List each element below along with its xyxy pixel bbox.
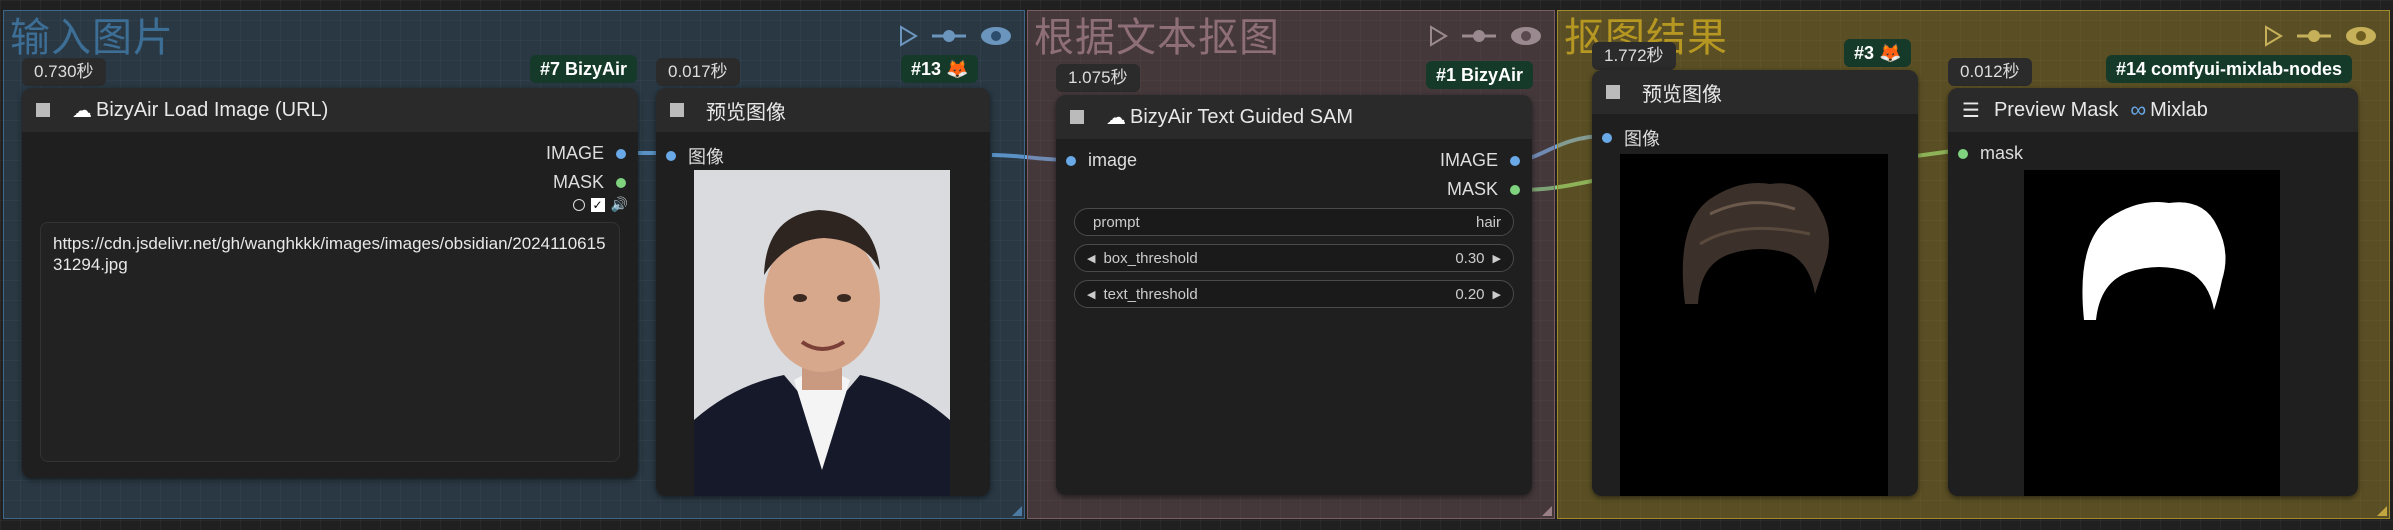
output-image[interactable]: IMAGE	[546, 143, 626, 164]
node-text-guided-sam[interactable]: ☁ BizyAir Text Guided SAM image IMAGE MA…	[1056, 95, 1532, 495]
eye-icon[interactable]	[1510, 26, 1542, 51]
node-title: BizyAir Text Guided SAM	[1130, 105, 1354, 128]
prompt-input[interactable]: prompt hair	[1074, 208, 1514, 236]
execution-time: 1.075秒	[1056, 64, 1140, 92]
input-image[interactable]: 图像	[666, 143, 724, 169]
fox-icon: 🦊	[1879, 43, 1902, 63]
node-id-badge: #14 comfyui-mixlab-nodes	[2106, 55, 2353, 83]
cloud-icon: ☁	[72, 99, 92, 122]
execution-time: 1.772秒	[1592, 42, 1676, 70]
url-textarea[interactable]: https://cdn.jsdelivr.net/gh/wanghkkk/ima…	[40, 222, 620, 462]
group-title: 输入图片	[10, 15, 174, 61]
group-title: 根据文本抠图	[1034, 15, 1280, 61]
node-id-badge: #7 BizyAir	[530, 55, 638, 83]
node-id-badge: #13 🦊	[901, 55, 979, 83]
collapse-toggle[interactable]	[670, 103, 684, 117]
link-icon[interactable]	[2297, 28, 2331, 49]
node-title: Preview Mask	[1993, 98, 2119, 121]
increment-arrow-icon[interactable]: ▶	[1493, 252, 1501, 265]
resize-handle[interactable]	[1542, 506, 1552, 516]
node-title-suffix: Mixlab	[2150, 98, 2208, 121]
node-header[interactable]: ☁ BizyAir Load Image (URL)	[22, 88, 638, 132]
execution-time: 0.017秒	[656, 58, 740, 86]
collapse-toggle[interactable]	[1606, 85, 1620, 99]
output-mask[interactable]: MASK	[553, 172, 626, 193]
link-icon[interactable]	[932, 28, 966, 49]
play-icon[interactable]	[2263, 25, 2283, 52]
resize-handle[interactable]	[1012, 506, 1022, 516]
play-icon[interactable]	[1428, 25, 1448, 52]
speaker-icon[interactable]: 🔊	[611, 196, 628, 213]
node-header[interactable]: ☁ BizyAir Text Guided SAM	[1056, 95, 1532, 139]
checkbox-icon[interactable]: ✓	[590, 197, 605, 212]
decrement-arrow-icon[interactable]: ◀	[1087, 288, 1095, 301]
output-mask[interactable]: MASK	[1447, 179, 1520, 200]
cloud-icon: ☁	[1106, 106, 1126, 129]
menu-icon[interactable]: ☰	[1962, 98, 1980, 123]
play-icon[interactable]	[898, 25, 918, 52]
execution-time: 0.012秒	[1948, 58, 2032, 86]
eye-icon[interactable]	[2345, 26, 2377, 51]
link-icon[interactable]	[1462, 28, 1496, 49]
widget-icons: ✓ 🔊	[572, 196, 628, 213]
mask-image	[2024, 170, 2280, 496]
increment-arrow-icon[interactable]: ▶	[1493, 288, 1501, 301]
input-image[interactable]: 图像	[1602, 125, 1660, 151]
node-preview-image-result[interactable]: 预览图像 图像	[1592, 70, 1918, 496]
node-preview-image[interactable]: 预览图像 图像	[656, 88, 990, 496]
fox-icon: 🦊	[946, 59, 969, 79]
box-threshold-stepper[interactable]: ◀ box_threshold 0.30 ▶	[1074, 244, 1514, 272]
eye-icon[interactable]	[980, 26, 1012, 51]
output-image[interactable]: IMAGE	[1440, 150, 1520, 171]
execution-time: 0.730秒	[22, 58, 106, 86]
resize-handle[interactable]	[2377, 506, 2387, 516]
node-preview-mask[interactable]: ☰ Preview Mask ∞ Mixlab mask	[1948, 88, 2358, 496]
node-title: 预览图像	[1642, 83, 1722, 106]
infinity-icon: ∞	[2130, 97, 2147, 122]
input-image[interactable]: image	[1066, 150, 1137, 171]
node-title: BizyAir Load Image (URL)	[96, 98, 329, 121]
collapse-toggle[interactable]	[1070, 110, 1084, 124]
hair-cutout-image	[1620, 154, 1888, 496]
text-threshold-stepper[interactable]: ◀ text_threshold 0.20 ▶	[1074, 280, 1514, 308]
radio-icon[interactable]	[572, 198, 585, 211]
collapse-toggle[interactable]	[36, 103, 50, 117]
node-title: 预览图像	[706, 101, 786, 124]
input-mask[interactable]: mask	[1958, 143, 2023, 164]
decrement-arrow-icon[interactable]: ◀	[1087, 252, 1095, 265]
node-header[interactable]: ☰ Preview Mask ∞ Mixlab	[1948, 88, 2358, 132]
node-load-image-url[interactable]: ☁ BizyAir Load Image (URL) IMAGE MASK ✓ …	[22, 88, 638, 478]
node-header[interactable]: 预览图像	[1592, 70, 1918, 114]
preview-photo	[694, 170, 950, 496]
node-id-badge: #1 BizyAir	[1426, 61, 1534, 89]
node-header[interactable]: 预览图像	[656, 88, 990, 132]
node-id-badge: #3 🦊	[1844, 39, 1912, 67]
